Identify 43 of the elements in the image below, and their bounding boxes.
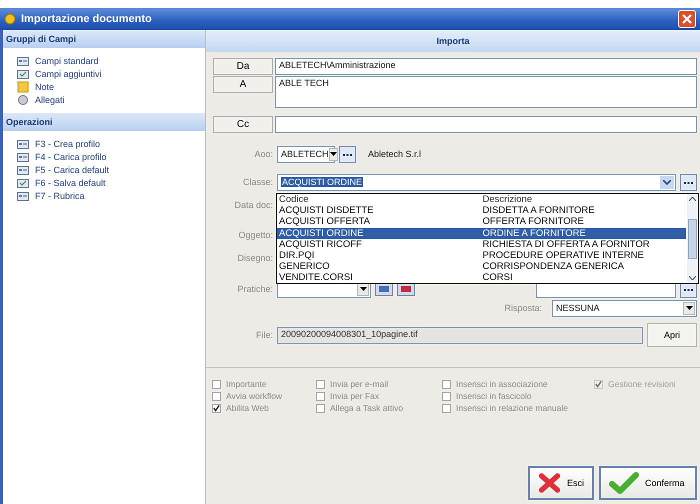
recipient-button[interactable]: Da [213, 58, 273, 75]
exit-button[interactable]: Esci [528, 466, 594, 500]
sidebar-item[interactable]: F7 - Rubrica [17, 190, 205, 201]
list-row[interactable]: ACQUISTI ORDINE ORDINE A FORNITORE [277, 228, 686, 239]
recipient-button[interactable]: Cc [213, 116, 273, 133]
list-row[interactable]: ACQUISTI OFFERTA OFFERTA FORNITORE [277, 216, 686, 228]
confirm-button[interactable]: Conferma [599, 466, 697, 500]
sidebar-item[interactable]: F3 - Crea profilo [17, 138, 205, 149]
field-label: File: [254, 330, 273, 340]
group-header: Operazioni [3, 113, 205, 131]
column-header: Codice [279, 194, 310, 206]
field-label: Risposta: [504, 303, 542, 313]
class-dropdown[interactable]: ACQUISTI ORDINE [277, 174, 676, 190]
list-row[interactable]: DIR.PQI PROCEDURE OPERATIVE INTERNE [277, 250, 686, 262]
open-button[interactable]: Apri [647, 323, 697, 347]
sidebar-item[interactable]: Campi aggiuntivi [17, 68, 205, 79]
window-title: Importazione documento [21, 13, 153, 25]
text-field[interactable]: ABLE TECH [275, 76, 697, 108]
column-header: Descrizione [482, 194, 534, 206]
text-field[interactable]: ABLETECH\Amministrazione [275, 58, 697, 75]
reply-dropdown[interactable]: NESSUNA [552, 300, 697, 316]
list-row[interactable]: ACQUISTI RICOFF RICHIESTA DI OFFERTA A FORNITOR [277, 238, 686, 250]
file-path-field[interactable]: 20090200094008301_10pagine.tif [277, 326, 643, 344]
section-header: Importa [206, 30, 700, 52]
field-label: Oggetto: [237, 230, 273, 240]
field-label: Pratiche: [236, 284, 273, 294]
field-label: Classe: [242, 177, 273, 187]
sidebar-item[interactable]: Campi standard [17, 55, 205, 66]
recipient-button[interactable]: A [213, 76, 273, 93]
list-row[interactable]: ACQUISTI DISDETTE DISDETTA A FORNITORE [277, 205, 686, 216]
sidebar-item[interactable]: Allegati [17, 94, 205, 105]
group-header: Gruppi di Campi [3, 30, 205, 48]
list-row[interactable]: VENDITE.CORSI CORSI [277, 272, 686, 284]
field-label: Disegno: [236, 253, 273, 263]
list-row[interactable]: GENERICO CORRISPONDENZA GENERICA [277, 261, 686, 272]
field-label: Data doc: [233, 200, 273, 210]
field-label: Aoo: [253, 149, 273, 159]
aoo-dropdown[interactable]: ABLETECH [277, 146, 335, 162]
sidebar-item[interactable]: F5 - Carica default [17, 164, 205, 175]
sidebar-item[interactable]: F6 - Salva default [17, 177, 205, 188]
sidebar-item[interactable]: Note [17, 81, 205, 92]
company-name: Abletech S.r.l [368, 149, 422, 159]
sidebar-item[interactable]: F4 - Carica profilo [17, 151, 205, 162]
